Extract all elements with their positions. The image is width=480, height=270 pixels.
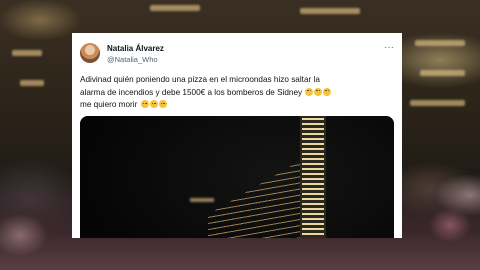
more-options-icon[interactable]: ··· [384, 43, 394, 53]
tweet-text-segment: alarma de incendios y debe 1500€ a los b… [80, 87, 303, 97]
avatar[interactable] [80, 43, 100, 63]
tweet-text-line: alarma de incendios y debe 1500€ a los b… [80, 87, 390, 100]
bg-light [20, 80, 44, 86]
bg-light [415, 40, 465, 46]
bg-light [410, 100, 465, 106]
bg-light [150, 5, 200, 11]
tweet-text-line: Adivinad quién poniendo una pizza en el … [80, 75, 320, 84]
frowning-face-icon [305, 87, 314, 96]
author-name[interactable]: Natalia Álvarez [107, 44, 164, 53]
tweet-header: Natalia Álvarez @Natalia_Who ··· [80, 42, 394, 68]
tweet-card[interactable]: Natalia Álvarez @Natalia_Who ··· Adivina… [72, 33, 402, 238]
frowning-face-icon [323, 87, 332, 96]
bg-light [12, 50, 42, 56]
frowning-face-icon [158, 100, 167, 108]
video-light [190, 198, 214, 202]
author-handle[interactable]: @Natalia_Who [107, 55, 158, 64]
video-tower-lights [302, 118, 324, 238]
bg-light [420, 70, 465, 76]
tweet-text-segment: me quiero morir [80, 100, 138, 109]
frowning-face-icon [149, 100, 158, 108]
tweet-text: Adivinad quién poniendo una pizza en el … [80, 74, 390, 112]
frowning-face-icon [140, 100, 149, 108]
tweet-text-line: me quiero morir [80, 99, 390, 112]
frowning-face-icon [314, 87, 323, 96]
bg-light [300, 8, 360, 14]
tweet-video[interactable] [80, 116, 394, 238]
